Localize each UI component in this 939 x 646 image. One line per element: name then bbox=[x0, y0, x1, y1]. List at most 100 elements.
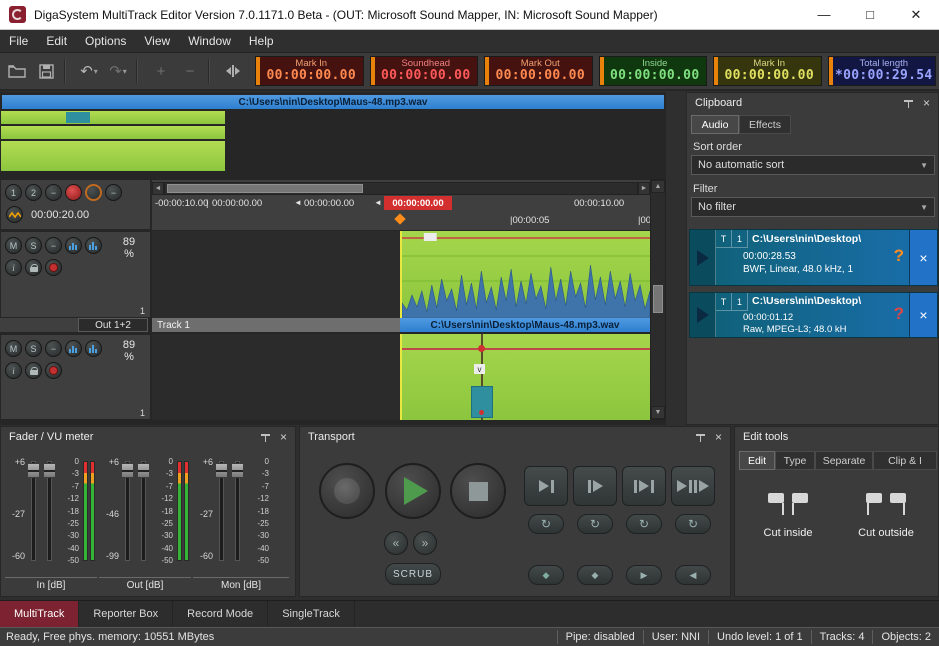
close-button[interactable]: ✕ bbox=[893, 0, 939, 29]
timeline-record-button[interactable] bbox=[65, 184, 82, 201]
loop-button-2[interactable]: ↻ bbox=[577, 514, 613, 534]
scroll-left-arrow[interactable]: ◄ bbox=[152, 182, 164, 195]
play-around-button[interactable] bbox=[671, 466, 715, 506]
output-selector[interactable]: Out 1+2 bbox=[78, 318, 148, 332]
solo-button[interactable]: S bbox=[25, 340, 42, 357]
marker-button[interactable]: ◆ bbox=[577, 565, 613, 585]
meter-button-1[interactable] bbox=[65, 237, 82, 254]
solo-button[interactable]: S bbox=[25, 237, 42, 254]
tab-reporter-box[interactable]: Reporter Box bbox=[79, 601, 173, 627]
tab-clip[interactable]: Clip & I bbox=[873, 451, 937, 470]
next-marker-button[interactable]: ▶ bbox=[626, 565, 662, 585]
track2-lane[interactable]: v bbox=[152, 334, 650, 420]
fader-handle[interactable] bbox=[231, 463, 244, 478]
edit-point-handle[interactable] bbox=[479, 410, 484, 415]
pin-icon[interactable] bbox=[261, 433, 270, 442]
fader-handle[interactable] bbox=[215, 463, 228, 478]
scroll-up-arrow[interactable]: ▲ bbox=[651, 180, 665, 193]
track-name-label[interactable]: Track 1 bbox=[152, 318, 400, 332]
horizontal-scrollbar[interactable] bbox=[164, 182, 638, 195]
play-clip-button[interactable] bbox=[690, 230, 716, 285]
sort-order-select[interactable]: No automatic sort ▼ bbox=[691, 155, 935, 175]
save-button[interactable] bbox=[34, 58, 58, 84]
mute-button[interactable]: M bbox=[5, 340, 22, 357]
overview-waveform-bar-1[interactable] bbox=[1, 111, 225, 124]
tab-type[interactable]: Type bbox=[775, 451, 815, 470]
clip-gain-line[interactable] bbox=[402, 348, 650, 350]
timeline-button-2[interactable]: 2 bbox=[25, 184, 42, 201]
record-arm-button[interactable] bbox=[45, 362, 62, 379]
scrub-button[interactable]: SCRUB bbox=[385, 563, 441, 585]
overview-file-bar[interactable]: C:\Users\nin\Desktop\Maus-48.mp3.wav bbox=[2, 95, 664, 109]
overview-waveform-bar-2[interactable] bbox=[1, 126, 225, 139]
loop-button-1[interactable]: ↻ bbox=[528, 514, 564, 534]
play-button[interactable] bbox=[385, 463, 441, 519]
meter-button-2[interactable] bbox=[85, 237, 102, 254]
filter-select[interactable]: No filter ▼ bbox=[691, 197, 935, 217]
timeline-ruler[interactable]: ◄ ► -00:00:10.00 | 00:00:00.00 ◄ 00:00:0… bbox=[152, 179, 650, 230]
clipboard-item[interactable]: T 1 C:\Users\nin\Desktop\ 00:00:01.12 Ra… bbox=[689, 292, 938, 338]
add-marker-button[interactable]: ◆ bbox=[528, 565, 564, 585]
remove-item-button[interactable]: × bbox=[909, 293, 937, 337]
lock-button[interactable] bbox=[25, 259, 42, 276]
remove-button[interactable]: − bbox=[45, 340, 62, 357]
record-button[interactable] bbox=[319, 463, 375, 519]
open-file-button[interactable] bbox=[5, 58, 29, 84]
panel-splitter[interactable] bbox=[666, 92, 686, 425]
cut-inside-button[interactable]: Cut inside bbox=[741, 479, 835, 563]
pin-icon[interactable] bbox=[904, 99, 913, 108]
audio-clip[interactable] bbox=[400, 231, 650, 318]
menu-item[interactable]: Edit bbox=[37, 31, 76, 51]
clip-title-bar[interactable]: C:\Users\nin\Desktop\Maus-48.mp3.wav bbox=[400, 318, 650, 332]
redo-button[interactable]: ↷ ▾ bbox=[106, 58, 130, 84]
play-from-mark-button[interactable] bbox=[573, 466, 617, 506]
record-arm-button[interactable] bbox=[45, 259, 62, 276]
zoom-in-button[interactable]: + bbox=[149, 58, 173, 84]
prev-marker-button[interactable]: ◀ bbox=[675, 565, 711, 585]
tab-audio[interactable]: Audio bbox=[691, 115, 739, 134]
menu-item[interactable]: File bbox=[0, 31, 37, 51]
play-clip-button[interactable] bbox=[690, 293, 716, 337]
audio-clip[interactable]: v bbox=[400, 334, 650, 420]
mute-button[interactable]: M bbox=[5, 237, 22, 254]
clipboard-item[interactable]: T 1 C:\Users\nin\Desktop\ 00:00:28.53 BW… bbox=[689, 229, 938, 286]
info-button[interactable]: i bbox=[5, 362, 22, 379]
maximize-button[interactable]: □ bbox=[847, 0, 893, 29]
horizontal-scrollbar-thumb[interactable] bbox=[167, 184, 363, 193]
soundhead-marker-icon[interactable] bbox=[394, 213, 405, 224]
menu-item[interactable]: Window bbox=[179, 31, 240, 51]
menu-item[interactable]: Options bbox=[76, 31, 135, 51]
wave-zoom-button[interactable] bbox=[6, 206, 23, 223]
minimize-button[interactable]: — bbox=[801, 0, 847, 29]
timeline-loop-button[interactable] bbox=[85, 184, 102, 201]
lock-button[interactable] bbox=[25, 362, 42, 379]
tab-edit[interactable]: Edit bbox=[739, 451, 775, 470]
fader-handle[interactable] bbox=[121, 463, 134, 478]
forward-button[interactable]: » bbox=[413, 531, 437, 555]
tab-effects[interactable]: Effects bbox=[739, 115, 791, 134]
fader-handle[interactable] bbox=[137, 463, 150, 478]
overview-waveform-bar-3[interactable] bbox=[1, 141, 225, 171]
tab-record-mode[interactable]: Record Mode bbox=[173, 601, 268, 627]
close-icon[interactable]: × bbox=[923, 97, 930, 109]
scroll-down-arrow[interactable]: ▼ bbox=[651, 406, 665, 419]
tab-multitrack[interactable]: MultiTrack bbox=[0, 601, 79, 627]
tab-singletrack[interactable]: SingleTrack bbox=[268, 601, 355, 627]
remove-item-button[interactable]: × bbox=[909, 230, 937, 285]
stop-button[interactable] bbox=[450, 463, 506, 519]
info-button[interactable]: i bbox=[5, 259, 22, 276]
close-icon[interactable]: × bbox=[715, 431, 722, 443]
loop-button-3[interactable]: ↻ bbox=[626, 514, 662, 534]
play-selection-button[interactable] bbox=[622, 466, 666, 506]
remove-button[interactable]: − bbox=[45, 237, 62, 254]
fader-handle[interactable] bbox=[27, 463, 40, 478]
pin-icon[interactable] bbox=[696, 433, 705, 442]
edit-point-handle[interactable] bbox=[478, 345, 485, 352]
volume-marker[interactable]: v bbox=[474, 364, 485, 374]
meter-button-1[interactable] bbox=[65, 340, 82, 357]
rewind-button[interactable]: « bbox=[384, 531, 408, 555]
cut-outside-button[interactable]: Cut outside bbox=[839, 479, 933, 563]
play-to-mark-button[interactable] bbox=[524, 466, 568, 506]
timeline-clear-button[interactable]: − bbox=[105, 184, 122, 201]
scroll-right-arrow[interactable]: ► bbox=[638, 182, 650, 195]
